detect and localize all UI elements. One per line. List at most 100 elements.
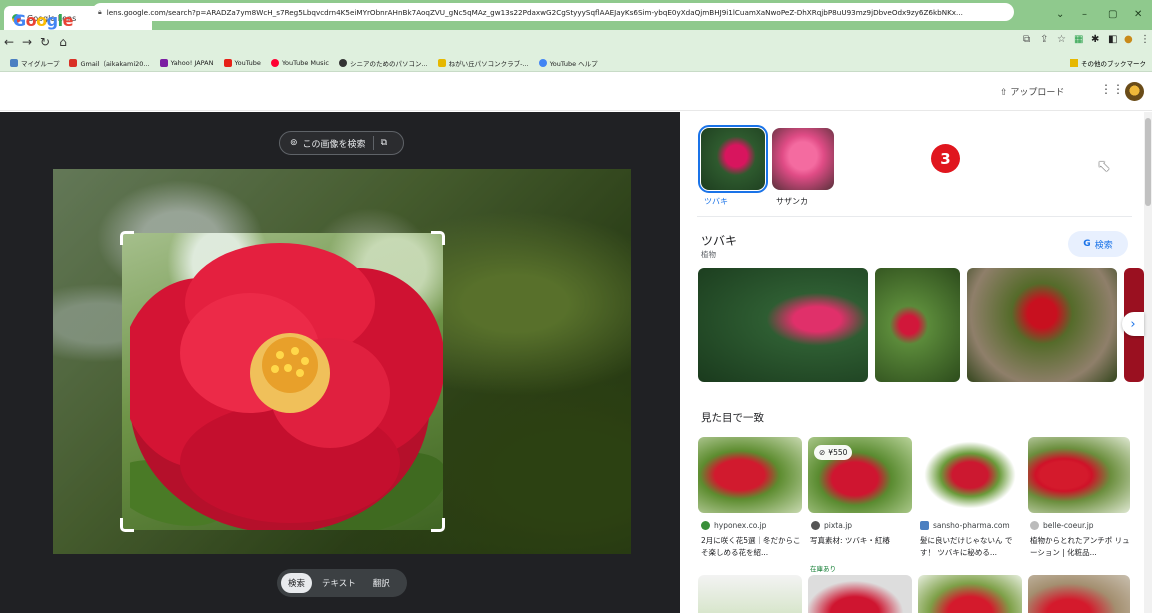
- search-this-image-button[interactable]: ⊚ この画像を検索 ⧉: [279, 131, 404, 155]
- minimize-button[interactable]: –: [1082, 9, 1087, 20]
- google-logo-letter: o: [25, 11, 37, 30]
- price-text: ¥550: [828, 448, 848, 457]
- site-favicon-icon: [920, 521, 929, 530]
- visual-match-image[interactable]: [1028, 437, 1130, 513]
- visual-match-source[interactable]: pixta.jp: [811, 521, 852, 530]
- lens-page-icon[interactable]: ⧉: [1023, 34, 1030, 45]
- scrollbar-thumb[interactable]: [1145, 118, 1151, 206]
- open-external-icon[interactable]: ⧉: [381, 138, 387, 148]
- visual-match-image[interactable]: [918, 575, 1022, 613]
- site-favicon-icon: [701, 521, 710, 530]
- bookmark-item[interactable]: マイグループ: [10, 58, 59, 68]
- visual-match-source[interactable]: belle-coeur.jp: [1030, 521, 1094, 530]
- visual-match-title[interactable]: 2月に咲く花5選｜冬だからこそ楽しめる花を紹...: [701, 535, 805, 559]
- google-search-button[interactable]: G 検索: [1068, 231, 1128, 257]
- gmail-icon: [69, 58, 78, 67]
- mode-text-tab[interactable]: テキスト: [315, 573, 363, 593]
- yahoo-icon: [159, 58, 168, 67]
- bookmark-label: YouTube ヘルプ: [549, 59, 598, 68]
- back-icon[interactable]: ←: [0, 35, 18, 49]
- menu-icon[interactable]: ⋮: [1140, 34, 1150, 45]
- crop-selection[interactable]: [122, 233, 443, 530]
- crop-handle-top-left[interactable]: [120, 231, 134, 245]
- crop-handle-bottom-right[interactable]: [431, 518, 445, 532]
- bookmark-item[interactable]: Gmail（aikakami20...: [69, 58, 150, 68]
- globe-icon: [338, 58, 347, 67]
- google-logo[interactable]: Google: [13, 11, 73, 30]
- close-window-button[interactable]: ✕: [1134, 9, 1142, 20]
- bookmarks-bar: マイグループ Gmail（aikakami20... Yahoo! JAPAN …: [0, 54, 1152, 72]
- divider: [697, 216, 1132, 217]
- extensions-puzzle-icon[interactable]: ✱: [1091, 34, 1099, 45]
- forward-icon[interactable]: →: [18, 35, 36, 49]
- mode-search-tab[interactable]: 検索: [281, 573, 313, 593]
- maximize-button[interactable]: ▢: [1108, 9, 1117, 20]
- knowledge-title: ツバキ: [701, 234, 738, 248]
- tab-search-icon[interactable]: ⌄: [1056, 9, 1064, 20]
- profile-avatar[interactable]: ●: [1124, 34, 1133, 45]
- visual-match-image[interactable]: [698, 437, 802, 513]
- visual-match-title[interactable]: 髪に良いだけじゃないん です！ ツバキに秘める...: [920, 535, 1024, 559]
- visual-match-title[interactable]: 写真素材: ツバキ・紅椿: [810, 535, 914, 547]
- account-avatar[interactable]: [1125, 82, 1144, 101]
- crop-handle-top-right[interactable]: [431, 231, 445, 245]
- upload-icon: ⇧: [1000, 88, 1011, 98]
- bookmark-star-icon[interactable]: ☆: [1057, 34, 1066, 45]
- divider: [372, 136, 374, 150]
- toolbar: ← → ↻ ⌂: [0, 30, 1152, 54]
- bookmark-item[interactable]: Yahoo! JAPAN: [159, 58, 214, 67]
- bookmark-item[interactable]: YouTube ヘルプ: [538, 58, 598, 68]
- knowledge-image[interactable]: [875, 268, 960, 382]
- home-icon[interactable]: ⌂: [54, 35, 72, 49]
- google-logo-text: Google: [13, 11, 73, 30]
- visual-match-image[interactable]: [808, 575, 912, 613]
- side-panel-icon[interactable]: ◧: [1108, 34, 1117, 45]
- screen: Google Lens × + ⌄ – ▢ ✕ ← → ↻ ⌂ 🔒︎ lens.…: [0, 0, 1152, 613]
- site-favicon-icon: [811, 521, 820, 530]
- extension-icon[interactable]: ▦: [1074, 34, 1083, 45]
- carousel-next-icon[interactable]: ›: [1122, 312, 1144, 336]
- source-name: pixta.jp: [824, 521, 853, 530]
- bookmark-label: YouTube: [234, 58, 261, 67]
- visual-match-image[interactable]: [1028, 575, 1130, 613]
- google-logo-letter: g: [46, 11, 58, 30]
- bookmark-item[interactable]: YouTube Music: [270, 58, 329, 67]
- mode-translate-tab[interactable]: 翻訳: [366, 573, 397, 593]
- mode-switcher: 検索 テキスト 翻訳: [277, 569, 407, 597]
- reload-icon[interactable]: ↻: [36, 35, 54, 49]
- search-this-image-label: この画像を検索: [302, 139, 366, 150]
- bookmark-label: シニアのためのパソコン...: [349, 59, 428, 68]
- visual-match-image[interactable]: [918, 437, 1022, 513]
- other-bookmarks-label: その他のブックマーク: [1081, 60, 1146, 68]
- upload-button[interactable]: ⇧ アップロード: [1000, 85, 1064, 98]
- visual-match-title[interactable]: 植物からとれたアンチポ リューション | 化粧品...: [1030, 535, 1134, 559]
- upload-label: アップロード: [1010, 88, 1065, 98]
- knowledge-image[interactable]: [967, 268, 1117, 382]
- bookmark-item[interactable]: シニアのためのパソコン...: [338, 58, 428, 68]
- match-thumbnail-tsubaki[interactable]: [698, 125, 768, 193]
- address-bar[interactable]: 🔒︎ lens.google.com/search?p=ARADZa7ym8Wc…: [92, 3, 1014, 21]
- match-label-tsubaki[interactable]: ツバキ: [704, 196, 728, 207]
- folder-icon: [437, 58, 446, 67]
- lock-icon: 🔒︎: [98, 7, 102, 16]
- match-label-sazanka[interactable]: サザンカ: [776, 196, 808, 207]
- visual-match-source[interactable]: sansho-pharma.com: [920, 521, 1010, 530]
- mouse-cursor-icon: ⬉: [1097, 156, 1111, 175]
- match-thumbnail-sazanka[interactable]: [772, 128, 834, 190]
- google-g-icon: G: [1083, 239, 1091, 249]
- stock-status: 在庫あり: [810, 565, 836, 573]
- bookmark-label: マイグループ: [21, 59, 60, 68]
- knowledge-image[interactable]: [698, 268, 868, 382]
- lens-header: [0, 72, 1152, 111]
- share-icon[interactable]: ⇪: [1040, 34, 1048, 45]
- visual-match-image[interactable]: [698, 575, 802, 613]
- bookmark-label: Gmail（aikakami20...: [80, 59, 150, 68]
- bookmark-item[interactable]: ねがい丘パソコンクラブ-...: [437, 58, 529, 68]
- visual-match-source[interactable]: hyponex.co.jp: [701, 521, 766, 530]
- bookmark-label: Yahoo! JAPAN: [170, 58, 214, 67]
- crop-handle-bottom-left[interactable]: [120, 518, 134, 532]
- bookmark-item[interactable]: YouTube: [223, 58, 261, 67]
- site-favicon-icon: [1030, 521, 1039, 530]
- folder-icon: [10, 58, 18, 67]
- other-bookmarks[interactable]: その他のブックマーク: [1070, 58, 1146, 68]
